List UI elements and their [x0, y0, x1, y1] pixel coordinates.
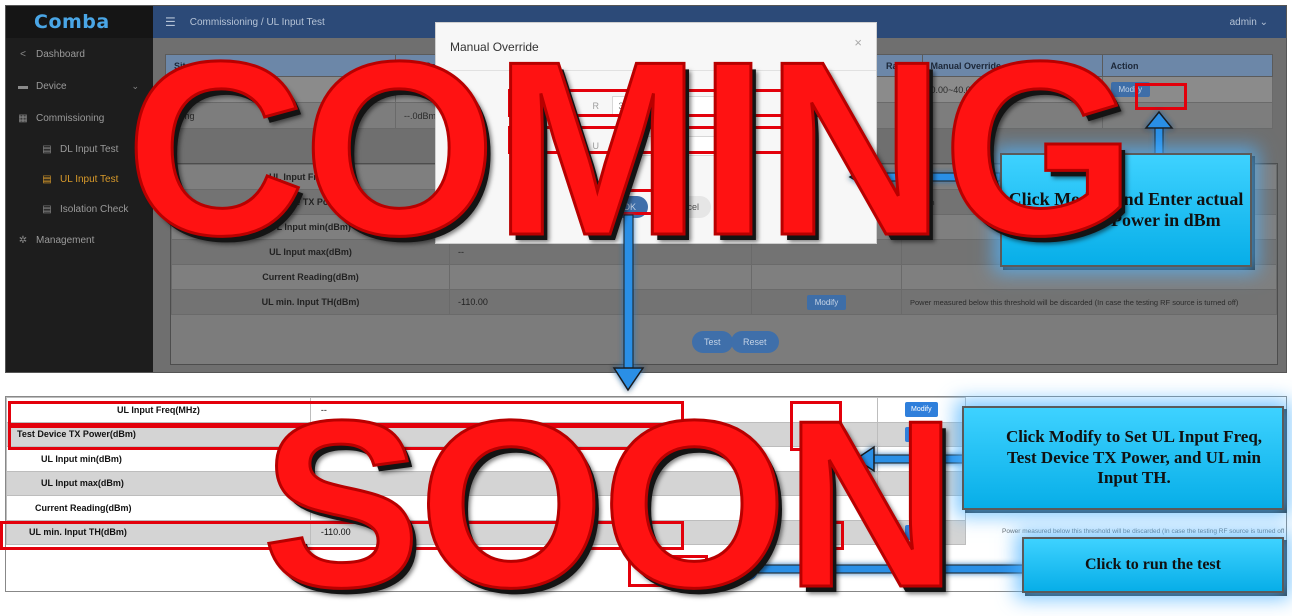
slide: { "app": { "logo": "Comba", "breadcrumb"…	[0, 0, 1292, 616]
watermark-soon: SOON	[261, 372, 959, 616]
arrow-to-modify	[1144, 110, 1174, 157]
watermark-coming: COMING	[125, 9, 1137, 287]
callout-set-parameters: Click Modify to Set UL Input Freq, Test …	[962, 406, 1284, 510]
callout-run-test: Click to run the test	[1022, 537, 1284, 593]
